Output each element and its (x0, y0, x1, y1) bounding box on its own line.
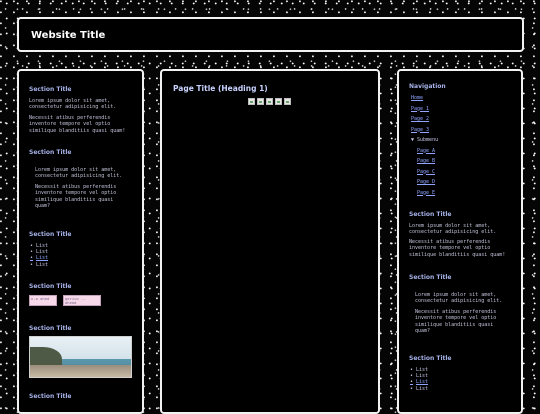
nav-title: Navigation (409, 83, 446, 90)
image-row (248, 98, 291, 105)
nav-page1-link[interactable]: Page 1 (411, 104, 438, 115)
section-text: Lorem ipsum dolor sit amet, consectetur … (409, 223, 497, 236)
section-text: Necessit atibus perferendis inventore te… (409, 239, 506, 258)
main-content: Page Title (Heading 1) (160, 69, 380, 414)
section-title: Section Title (29, 149, 72, 156)
bullet-list: List List List List (30, 243, 48, 268)
nav-page3-link[interactable]: Page 3 (411, 125, 438, 136)
submenu: Page A Page B Page C Page D Page E (411, 146, 438, 199)
section-title: Section Title (29, 86, 72, 93)
right-sidebar: Navigation Home Page 1 Page 2 Page 3 ▼ S… (397, 69, 523, 414)
nav-pageE-link[interactable]: Page E (417, 188, 438, 199)
list-item[interactable]: List (410, 379, 428, 385)
section-title: Section Title (29, 231, 72, 238)
broken-image-icon (266, 98, 273, 105)
section-title: Section Title (409, 274, 452, 281)
navigation-menu: Home Page 1 Page 2 Page 3 ▼ Submenu Page… (411, 93, 438, 198)
broken-image-icon (284, 98, 291, 105)
photo-sand (30, 365, 131, 377)
nav-home-link[interactable]: Home (411, 93, 438, 104)
broken-image-icon (275, 98, 282, 105)
bullet-list: List List List List (410, 367, 428, 392)
section-text: Lorem ipsum dolor sit amet, consectetur … (415, 292, 503, 305)
section-title: Section Title (29, 393, 72, 400)
beach-photo (29, 336, 132, 378)
badge-button[interactable]: gerico -- ahead (63, 295, 101, 306)
badge-button[interactable]: n-o ahed (29, 295, 57, 306)
section-title: Section Title (29, 283, 72, 290)
left-sidebar: Section Title Lorem ipsum dolor sit amet… (17, 69, 144, 414)
broken-image-icon (257, 98, 264, 105)
section-title: Section Title (409, 355, 452, 362)
nav-pageC-link[interactable]: Page C (417, 167, 438, 178)
page-title: Page Title (Heading 1) (173, 84, 268, 93)
section-text: Necessit atibus perferendis inventore te… (35, 184, 117, 209)
section-text: Lorem ipsum dolor sit amet, consectetur … (35, 167, 123, 180)
nav-pageA-link[interactable]: Page A (417, 146, 438, 157)
site-header: Website Title (17, 17, 524, 52)
broken-image-icon (248, 98, 255, 105)
section-title: Section Title (29, 325, 72, 332)
section-title: Section Title (409, 211, 452, 218)
site-title: Website Title (31, 30, 106, 41)
section-text: Necessit atibus perferendis inventore te… (29, 115, 126, 134)
nav-page2-link[interactable]: Page 2 (411, 114, 438, 125)
list-item: List (30, 262, 48, 268)
nav-pageD-link[interactable]: Page D (417, 177, 438, 188)
nav-pageB-link[interactable]: Page B (417, 156, 438, 167)
list-item[interactable]: List (30, 255, 48, 261)
list-item: List (410, 386, 428, 392)
section-text: Lorem ipsum dolor sit amet, consectetur … (29, 98, 117, 111)
section-text: Necessit atibus perferendis inventore te… (415, 309, 497, 334)
submenu-toggle[interactable]: ▼ Submenu (411, 135, 438, 146)
